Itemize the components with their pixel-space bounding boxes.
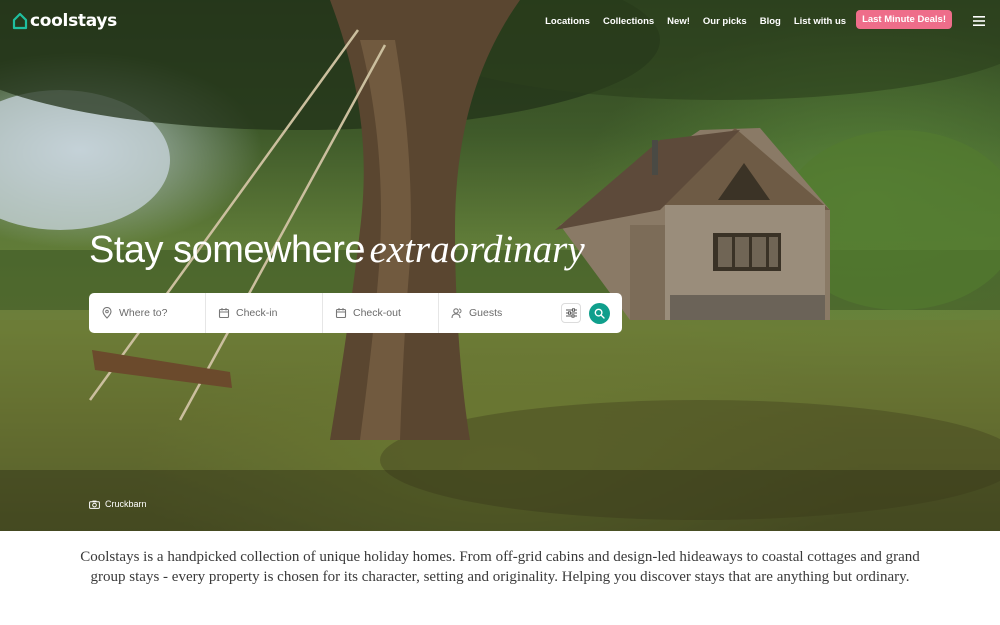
nav-link-blog[interactable]: Blog bbox=[760, 16, 781, 27]
guests-icon bbox=[451, 308, 462, 319]
guests-field[interactable]: Guests bbox=[439, 293, 549, 333]
sliders-icon bbox=[565, 308, 577, 318]
guests-placeholder: Guests bbox=[469, 307, 503, 319]
hero-headline: Stay somewhere extraordinary bbox=[89, 227, 585, 272]
logo[interactable]: coolstays bbox=[12, 11, 117, 31]
nav-link-new[interactable]: New! bbox=[667, 16, 690, 27]
calendar-icon bbox=[218, 308, 230, 319]
nav-link-collections[interactable]: Collections bbox=[603, 16, 654, 27]
house-outline-icon bbox=[12, 12, 28, 30]
caption-text: Cruckbarn bbox=[105, 499, 147, 509]
search-button[interactable] bbox=[589, 303, 610, 324]
nav-link-our-picks[interactable]: Our picks bbox=[703, 16, 747, 27]
calendar-icon bbox=[335, 308, 347, 319]
check-in-placeholder: Check-in bbox=[236, 307, 278, 319]
logo-text: coolstays bbox=[30, 11, 117, 31]
nav-link-list-with-us[interactable]: List with us bbox=[794, 16, 846, 27]
top-nav: coolstays Locations Collections New! Our… bbox=[0, 0, 1000, 44]
nav-link-locations[interactable]: Locations bbox=[545, 16, 590, 27]
headline-italic: extraordinary bbox=[369, 228, 585, 271]
check-out-placeholder: Check-out bbox=[353, 307, 401, 319]
hamburger-menu-icon[interactable] bbox=[973, 16, 985, 26]
search-icon bbox=[594, 308, 605, 319]
map-pin-icon bbox=[102, 307, 112, 319]
search-bar: Where to? Check-in Check-out Guests bbox=[89, 293, 622, 333]
intro-paragraph: Coolstays is a handpicked collection of … bbox=[80, 549, 920, 585]
where-field[interactable]: Where to? bbox=[89, 293, 206, 333]
check-out-field[interactable]: Check-out bbox=[323, 293, 439, 333]
hero-image: coolstays Locations Collections New! Our… bbox=[0, 0, 1000, 531]
last-minute-deals-button[interactable]: Last Minute Deals! bbox=[856, 10, 952, 29]
camera-icon bbox=[89, 500, 100, 509]
photo-caption: Cruckbarn bbox=[89, 499, 147, 509]
where-placeholder: Where to? bbox=[119, 307, 168, 319]
nav-links: Locations Collections New! Our picks Blo… bbox=[532, 10, 952, 29]
filters-button[interactable] bbox=[561, 303, 581, 323]
headline-plain: Stay somewhere bbox=[89, 229, 366, 271]
check-in-field[interactable]: Check-in bbox=[206, 293, 323, 333]
